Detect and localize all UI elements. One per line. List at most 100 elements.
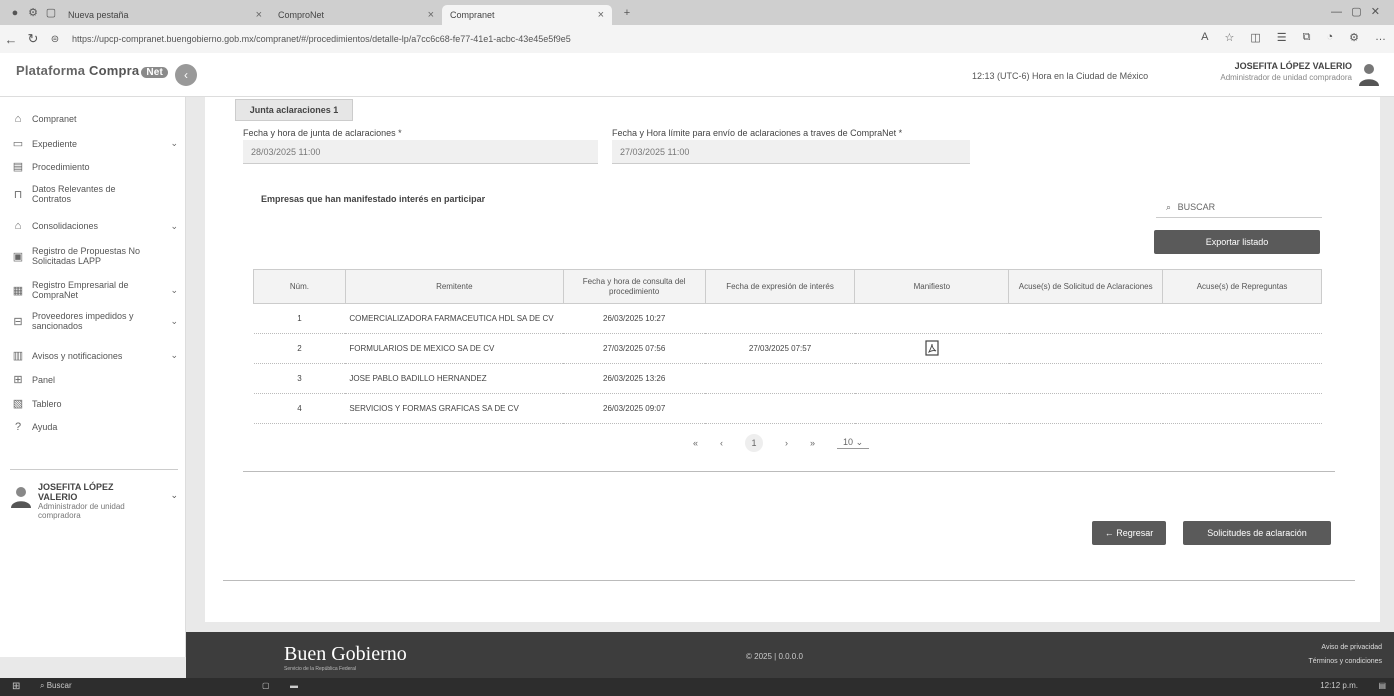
last-page-button[interactable]: » xyxy=(810,438,815,448)
task-view-icon[interactable]: ▢ xyxy=(262,681,270,690)
sidebar-item-label: Datos Relevantes de Contratos xyxy=(32,184,116,204)
chevron-down-icon: ⌄ xyxy=(170,350,178,360)
column-header[interactable]: Remitente xyxy=(344,269,564,304)
sidebar-user-name: JOSEFITA LÓPEZ VALERIO xyxy=(38,482,114,502)
chevron-down-icon: ⌄ xyxy=(170,220,178,231)
sidebar-item-label: Compranet xyxy=(32,114,77,124)
help-icon: ? xyxy=(14,421,22,433)
back-icon[interactable]: ← xyxy=(0,32,22,47)
privacy-link[interactable]: Aviso de privacidad xyxy=(1321,644,1382,651)
user-role: Administrador de unidad compradora xyxy=(1220,73,1352,82)
read-aloud-icon[interactable]: A xyxy=(1201,31,1208,44)
home-icon: ⌂ xyxy=(14,113,22,125)
next-page-button[interactable]: › xyxy=(785,438,788,448)
taskbar: ⊞ ⌕ Buscar ▢ ▬ 12:12 p.m. ▤ xyxy=(0,678,1394,696)
sidebar-item-expediente[interactable]: ▭ Expediente ⌄ xyxy=(10,137,178,150)
tab-actions-icon[interactable]: ▢ xyxy=(42,6,60,19)
taskbar-search[interactable]: ⌕ Buscar xyxy=(40,681,240,691)
column-header[interactable]: Fecha de expresión de interés xyxy=(704,269,856,304)
sidebar-item-registro-empresarial[interactable]: ▦ Registro Empresarial de CompraNet ⌄ xyxy=(10,280,178,300)
sidebar-item-avisos[interactable]: ▥ Avisos y notificaciones ⌄ xyxy=(10,349,178,362)
tab-junta-aclaraciones[interactable]: Junta aclaraciones 1 xyxy=(235,99,353,121)
page-size-value: 10 xyxy=(843,437,854,447)
new-tab-icon[interactable]: + xyxy=(618,7,636,19)
taskbar-clock: 12:12 p.m. xyxy=(1320,681,1358,690)
close-icon[interactable]: × xyxy=(256,9,262,21)
extensions-icon[interactable]: ⚙ xyxy=(24,6,42,19)
close-icon[interactable]: × xyxy=(598,9,604,21)
cell-num: 3 xyxy=(253,363,346,394)
fecha-limite-field[interactable]: 27/03/2025 11:00 xyxy=(612,140,970,164)
clarification-requests-button[interactable]: Solicitudes de aclaración xyxy=(1183,521,1331,545)
file-explorer-icon[interactable]: ▬ xyxy=(290,681,298,690)
sidebar-user-role: Administrador de unidad compradora xyxy=(38,502,125,520)
sidebar-item-procedimiento[interactable]: ▤ Procedimiento xyxy=(10,160,178,173)
cell-acuse-repreguntas xyxy=(1162,393,1322,424)
windows-start-icon[interactable]: ⊞ xyxy=(12,681,20,692)
divider xyxy=(223,580,1355,581)
compranet-logo[interactable]: Plataforma Compra Net xyxy=(16,63,169,78)
tab-label: Nueva pestaña xyxy=(68,9,129,20)
sidebar-item-label: Panel xyxy=(32,374,56,385)
window-controls[interactable]: — ▢ ✕ xyxy=(1331,5,1380,18)
favorites-list-icon[interactable]: ☰ xyxy=(1277,31,1287,44)
export-list-button[interactable]: Exportar listado xyxy=(1154,230,1320,254)
sidebar-item-ayuda[interactable]: ? Ayuda xyxy=(10,421,178,433)
cell-fecha-interes: 27/03/2025 07:57 xyxy=(705,333,855,364)
pagination: « ‹ 1 › » 10 ⌄ xyxy=(693,434,870,452)
back-button[interactable]: ← Regresar xyxy=(1092,521,1166,545)
column-header[interactable]: Núm. xyxy=(253,269,346,304)
cell-num: 4 xyxy=(253,393,346,424)
sidebar-item-registro-propuestas[interactable]: ▣ Registro de Propuestas No Solicitadas … xyxy=(10,246,178,266)
sidebar-item-compranet[interactable]: ⌂ Compranet xyxy=(10,113,178,125)
reload-icon[interactable]: ↻ xyxy=(22,31,44,47)
page-size-select[interactable]: 10 ⌄ xyxy=(837,437,870,449)
fecha-junta-field[interactable]: 28/03/2025 11:00 xyxy=(243,140,598,164)
logo-net: Net xyxy=(141,67,169,78)
cell-manifiesto xyxy=(854,303,1009,334)
sidebar-item-consolidaciones[interactable]: ⌂ Consolidaciones ⌄ xyxy=(10,220,178,232)
sidebar-user-card[interactable]: JOSEFITA LÓPEZ VALERIO Administrador de … xyxy=(10,469,178,520)
column-header[interactable]: Fecha y hora de consulta del procedimien… xyxy=(562,269,706,304)
sidebar-item-datos-relevantes[interactable]: ⊓ Datos Relevantes de Contratos xyxy=(10,184,178,204)
extensions-icon[interactable]: ⚙ xyxy=(1349,31,1359,44)
pdf-icon[interactable] xyxy=(925,339,939,356)
profile-icon[interactable]: ● xyxy=(6,7,24,19)
url-field[interactable]: https://upcp-compranet.buengobierno.gob.… xyxy=(72,34,571,44)
sidebar-item-label: Ayuda xyxy=(32,422,58,432)
search-input[interactable]: ⌕ BUSCAR xyxy=(1156,194,1322,218)
column-header[interactable]: Acuse(s) de Solicitud de Aclaraciones xyxy=(1008,269,1164,304)
collections-icon[interactable]: ⧉ xyxy=(1303,31,1311,44)
terms-link[interactable]: Términos y condiciones xyxy=(1308,658,1382,665)
sidebar-item-tablero[interactable]: ▧ Tablero xyxy=(10,397,178,410)
chevron-down-icon: ⌄ xyxy=(170,138,178,148)
cell-fecha-interes xyxy=(705,303,855,334)
split-icon[interactable]: ◫ xyxy=(1250,31,1260,44)
footer-brand: Buen Gobierno xyxy=(284,643,407,665)
chevron-down-icon: ⌄ xyxy=(855,437,864,447)
header-user[interactable]: JOSEFITA LÓPEZ VALERIO Administrador de … xyxy=(1220,61,1352,82)
sidebar-item-proveedores[interactable]: ⊟ Proveedores impedidos y sancionados ⌄ xyxy=(10,311,178,331)
chevron-down-icon[interactable]: ⌄ xyxy=(170,490,178,520)
favorite-icon[interactable]: ☆ xyxy=(1224,31,1234,44)
close-icon[interactable]: × xyxy=(428,9,434,21)
collapse-sidebar-icon[interactable]: ‹ xyxy=(175,64,197,86)
sidebar-item-panel[interactable]: ⊞ Panel xyxy=(10,373,178,386)
avatar-icon[interactable] xyxy=(1358,62,1380,86)
folder-icon: ▭ xyxy=(12,138,24,150)
column-header[interactable]: Manifiesto xyxy=(854,269,1010,304)
sidebar-item-label: Proveedores impedidos y sancionados xyxy=(32,311,134,331)
prev-page-button[interactable]: ‹ xyxy=(720,438,723,448)
column-header[interactable]: Acuse(s) de Repreguntas xyxy=(1162,269,1322,304)
first-page-button[interactable]: « xyxy=(693,438,698,448)
notifications-icon[interactable]: ▤ xyxy=(1378,681,1386,690)
browser-tab-compronet[interactable]: ComproNet × xyxy=(270,5,442,25)
history-icon[interactable]: ◔ xyxy=(1326,31,1333,44)
page-1-button[interactable]: 1 xyxy=(745,434,764,452)
search-icon: ⌕ xyxy=(40,681,45,690)
browser-tab-new[interactable]: Nueva pestaña × xyxy=(60,5,270,25)
tab-label: Compranet xyxy=(450,9,495,20)
app-header: Plataforma Compra Net ‹ 12:13 (UTC-6) Hor… xyxy=(0,53,1394,97)
more-icon[interactable]: … xyxy=(1375,31,1386,44)
browser-tab-compranet[interactable]: Compranet × xyxy=(442,4,612,25)
